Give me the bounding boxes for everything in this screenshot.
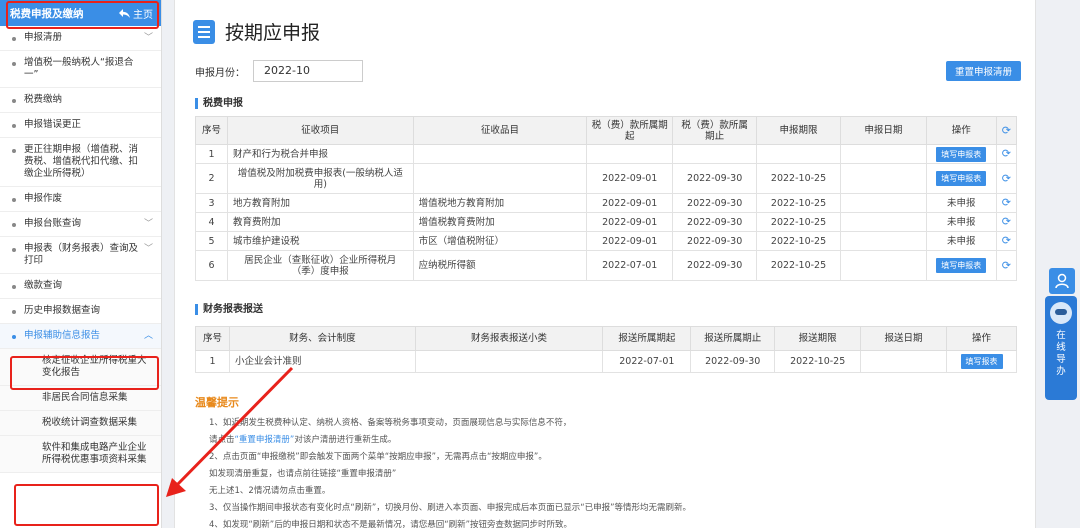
annotation-arrow <box>166 366 294 497</box>
user-service-icon[interactable] <box>1049 268 1075 294</box>
robot-icon <box>1050 302 1072 324</box>
online-guide-widget[interactable]: 在线导办 <box>1045 296 1077 400</box>
online-guide-label: 在线导办 <box>1056 330 1066 377</box>
